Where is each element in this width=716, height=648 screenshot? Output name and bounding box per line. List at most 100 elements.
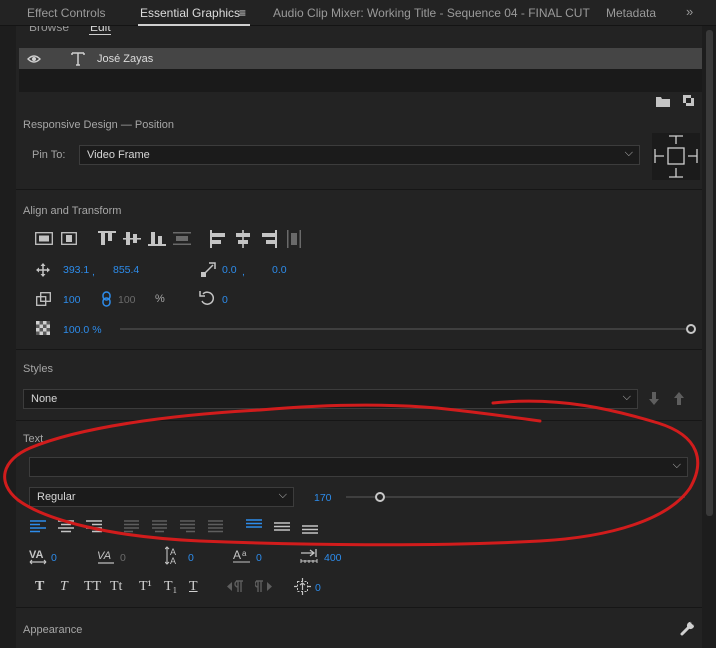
align-vertical-center-icon[interactable]: [35, 232, 53, 245]
opacity-slider-knob[interactable]: [686, 324, 696, 334]
align-text-left-icon[interactable]: [30, 520, 46, 533]
layer-list-empty-area: [19, 69, 702, 92]
tab-effect-controls[interactable]: Effect Controls: [27, 6, 105, 20]
tab-width-icon: [300, 549, 318, 563]
align-text-middle-icon[interactable]: [274, 520, 290, 533]
tracking-icon: VA: [97, 550, 114, 564]
anchor-point-icon: [201, 262, 216, 277]
align-left-icon[interactable]: [210, 230, 226, 248]
small-caps-icon[interactable]: Tt: [110, 579, 122, 595]
tab-essential-graphics[interactable]: Essential Graphics: [140, 6, 240, 20]
font-size-value[interactable]: 170: [314, 492, 332, 504]
align-text-bottom-icon[interactable]: [302, 521, 318, 534]
anchor-y-value[interactable]: 0.0: [272, 264, 287, 276]
chevron-down-icon: ⌵: [622, 391, 631, 403]
align-bottom-icon[interactable]: [148, 231, 166, 246]
font-style-dropdown[interactable]: Regular ⌵: [29, 487, 294, 507]
push-style-down-icon: [649, 392, 659, 405]
scrollbar-thumb[interactable]: [706, 30, 713, 516]
tab-audio-clip-mixer[interactable]: Audio Clip Mixer: Working Title - Sequen…: [273, 6, 590, 20]
link-scale-icon[interactable]: [102, 291, 111, 307]
kerning-value[interactable]: 0: [51, 552, 57, 564]
push-style-up-icon: [674, 392, 684, 405]
panel-menu-icon[interactable]: ≡: [239, 6, 246, 20]
underline-icon[interactable]: T: [189, 579, 198, 595]
align-text-right-icon[interactable]: [86, 520, 102, 533]
baseline-shift-value[interactable]: 0: [256, 552, 262, 564]
align-top-icon[interactable]: [98, 231, 116, 246]
overflow-tabs-icon[interactable]: »: [686, 4, 693, 19]
align-center-horizontal-icon[interactable]: [235, 230, 251, 248]
distribute-horizontal-icon: [287, 230, 301, 248]
pin-edges-widget-icon[interactable]: [652, 133, 700, 180]
position-x-value[interactable]: 393.1: [63, 264, 89, 276]
wrench-icon[interactable]: [680, 621, 695, 636]
font-size-slider-track[interactable]: [346, 496, 685, 498]
styles-title: Styles: [23, 363, 53, 375]
pin-to-dropdown[interactable]: Video Frame ⌵: [79, 145, 640, 165]
anchor-x-value[interactable]: 0.0: [222, 264, 237, 276]
chevron-down-icon: ⌵: [624, 147, 633, 159]
align-center-vertical-icon[interactable]: [123, 231, 141, 246]
scale-unit: %: [155, 293, 165, 305]
tab-width-value[interactable]: 400: [324, 552, 342, 564]
leading-value[interactable]: 0: [188, 552, 194, 564]
font-style-value: Regular: [37, 491, 76, 503]
position-move-icon: [36, 263, 50, 277]
font-dropdown[interactable]: ⌵: [29, 457, 688, 477]
anchor-separator: ,: [242, 266, 245, 278]
subscript-icon[interactable]: T₁: [164, 579, 177, 595]
svg-text:A: A: [233, 548, 241, 562]
text-direction-ltr-icon: [227, 580, 243, 592]
styles-dropdown[interactable]: None ⌵: [23, 389, 638, 409]
visibility-eye-icon[interactable]: [27, 54, 41, 64]
subtab-edit[interactable]: Edit: [90, 26, 111, 34]
rotation-value[interactable]: 0: [222, 294, 228, 306]
align-horizontal-center-icon[interactable]: [61, 232, 77, 245]
faux-italic-icon[interactable]: T: [60, 579, 68, 595]
subtab-bar: Browse Edit: [16, 26, 702, 36]
section-divider: [16, 420, 702, 421]
position-separator: ,: [92, 266, 95, 278]
svg-text:VA: VA: [97, 550, 111, 562]
subtab-underline: [89, 34, 111, 35]
text-title: Text: [23, 433, 44, 445]
tsume-value[interactable]: 0: [315, 582, 321, 594]
text-layer-icon: [71, 52, 85, 66]
justify-last-right-icon: [180, 520, 195, 533]
align-text-top-icon[interactable]: [246, 519, 262, 532]
distribute-vertical-icon: [173, 232, 191, 245]
tab-metadata[interactable]: Metadata: [606, 6, 656, 20]
svg-text:a: a: [242, 549, 247, 558]
tsume-icon: [294, 578, 311, 595]
chevron-down-icon: ⌵: [672, 459, 681, 471]
align-right-icon[interactable]: [261, 230, 277, 248]
tracking-value: 0: [120, 552, 126, 564]
justify-all-icon: [208, 520, 223, 533]
baseline-shift-icon: A a: [233, 548, 250, 563]
position-y-value[interactable]: 855.4: [113, 264, 139, 276]
section-divider: [16, 607, 702, 608]
subtab-browse[interactable]: Browse: [29, 26, 69, 34]
opacity-checker-icon: [36, 321, 50, 335]
scale-linked-value: 100: [118, 294, 136, 306]
scale-value[interactable]: 100: [63, 294, 81, 306]
justify-last-left-icon: [124, 520, 139, 533]
new-layer-icon[interactable]: [683, 95, 694, 106]
svg-text:VA: VA: [29, 549, 44, 561]
section-divider: [16, 189, 702, 190]
align-transform-title: Align and Transform: [23, 205, 122, 217]
leading-icon: A A: [165, 546, 176, 565]
layer-name[interactable]: José Zayas: [97, 53, 153, 65]
all-caps-icon[interactable]: TT: [84, 579, 101, 595]
superscript-icon[interactable]: T¹: [139, 579, 152, 595]
align-text-center-icon[interactable]: [58, 520, 74, 533]
font-size-slider-knob[interactable]: [375, 492, 385, 502]
opacity-value[interactable]: 100.0 %: [63, 324, 102, 336]
pin-to-value: Video Frame: [87, 149, 150, 161]
faux-bold-icon[interactable]: T: [35, 579, 44, 595]
new-group-folder-icon[interactable]: [656, 96, 670, 107]
pin-to-label: Pin To:: [32, 149, 66, 161]
opacity-slider-track[interactable]: [120, 328, 686, 330]
scale-icon: [36, 292, 51, 306]
